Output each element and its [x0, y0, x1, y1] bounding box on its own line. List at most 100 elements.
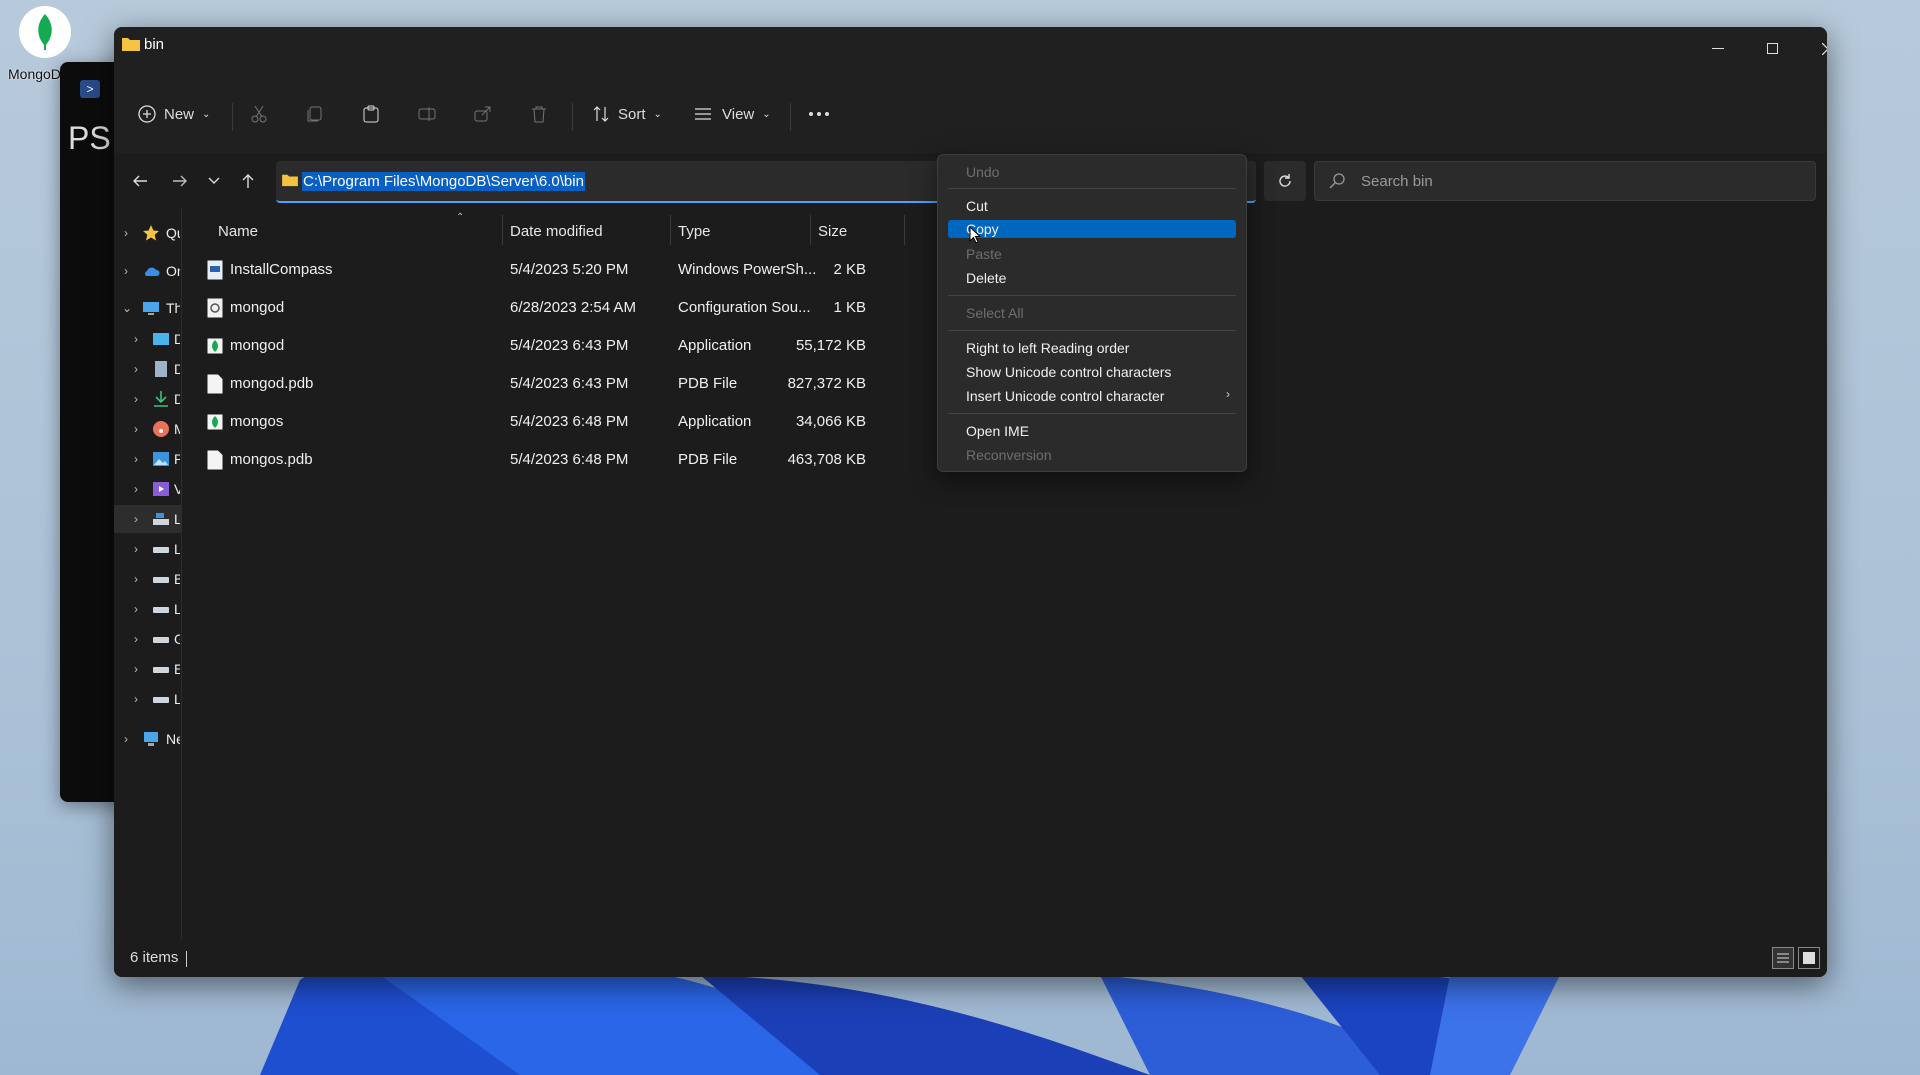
menu-item-delete[interactable]: Delete	[948, 267, 1236, 289]
file-size: 55,172 KB	[795, 337, 866, 354]
file-row[interactable]: InstallCompass 5/4/2023 5:20 PM Windows …	[186, 251, 866, 289]
sort-label: Sort	[618, 105, 646, 123]
mouse-cursor-icon	[969, 226, 981, 244]
delete-button[interactable]	[530, 98, 548, 130]
menu-item-reconversion[interactable]: Reconversion	[948, 444, 1236, 466]
chevron-down-icon: ⌄	[762, 108, 771, 120]
sidebar-item-drive[interactable]: › Local Disk	[114, 595, 181, 623]
sidebar-item-pictures[interactable]: › Pictures	[114, 445, 181, 473]
search-placeholder: Search bin	[1361, 173, 1433, 190]
menu-item-show-unicode[interactable]: Show Unicode control characters	[948, 361, 1236, 383]
paste-button[interactable]	[362, 98, 380, 130]
sidebar-item-onedrive[interactable]: › OneDrive	[114, 257, 181, 285]
menu-item-rtl-reading[interactable]: Right to left Reading order	[948, 337, 1236, 359]
arrow-left-icon	[133, 175, 147, 187]
sidebar-item-label: Pictures	[174, 451, 180, 467]
column-header-name[interactable]: Name	[218, 217, 258, 245]
sidebar-item-downloads[interactable]: › Downloads	[114, 385, 181, 413]
file-row[interactable]: mongos.pdb 5/4/2023 6:48 PM PDB File 463…	[186, 441, 866, 479]
forward-button[interactable]	[166, 167, 194, 195]
new-button[interactable]: New ⌄	[138, 98, 210, 130]
chevron-right-icon: ›	[134, 482, 138, 496]
address-path[interactable]: C:\Program Files\MongoDB\Server\6.0\bin	[302, 172, 585, 191]
mongodb-app-icon	[207, 338, 223, 354]
sidebar-item-label: Backup	[174, 571, 180, 587]
column-divider[interactable]	[904, 215, 905, 245]
view-button[interactable]: View ⌄	[694, 98, 771, 130]
chevron-right-icon: ›	[134, 662, 138, 676]
sort-ascending-icon: ⌃	[456, 212, 465, 223]
sidebar-item-desktop[interactable]: › Desktop	[114, 325, 181, 353]
column-header-size[interactable]: Size	[818, 217, 847, 245]
close-button[interactable]	[1801, 27, 1827, 71]
sidebar-item-music[interactable]: › Music	[114, 415, 181, 443]
drive-icon	[153, 697, 169, 703]
chevron-right-icon: ›	[134, 392, 138, 406]
file-row[interactable]: mongos 5/4/2023 6:48 PM Application 34,0…	[186, 403, 866, 441]
sidebar-item-label: Videos	[174, 481, 180, 497]
title-bar: bin	[114, 27, 1827, 71]
menu-item-open-ime[interactable]: Open IME	[948, 420, 1236, 442]
sort-button[interactable]: Sort ⌄	[592, 98, 662, 130]
column-header-date[interactable]: Date modified	[510, 217, 603, 245]
share-button[interactable]	[474, 98, 492, 130]
sidebar-item-drive[interactable]: › Local Disk	[114, 535, 181, 563]
column-header-type[interactable]: Type	[678, 217, 711, 245]
minimize-button[interactable]	[1691, 27, 1745, 71]
chevron-right-icon: ›	[134, 452, 138, 466]
maximize-button[interactable]	[1746, 27, 1800, 71]
sidebar-item-label: This PC	[166, 300, 180, 316]
refresh-icon	[1279, 174, 1291, 187]
star-icon	[143, 225, 159, 241]
sidebar-item-this-pc[interactable]: ⌄ This PC	[114, 294, 181, 322]
blank-file-icon	[207, 450, 223, 470]
file-row[interactable]: mongod 5/4/2023 6:43 PM Application 55,1…	[186, 327, 866, 365]
column-divider[interactable]	[810, 215, 811, 245]
menu-item-insert-unicode[interactable]: Insert Unicode control character ›	[948, 385, 1236, 407]
blank-file-icon	[207, 374, 223, 394]
sidebar-item-label: OneDrive	[166, 263, 180, 279]
sidebar-item-quick-access[interactable]: › Quick access	[114, 219, 181, 247]
menu-item-label: Paste	[966, 246, 1002, 262]
view-label: View	[722, 105, 755, 123]
view-list-icon	[695, 108, 711, 120]
search-box[interactable]: Search bin	[1314, 161, 1816, 201]
column-divider[interactable]	[502, 215, 503, 245]
sidebar-item-drive[interactable]: › Extra	[114, 655, 181, 683]
drive-icon	[153, 667, 169, 673]
copy-icon	[307, 106, 322, 122]
sidebar-item-drive[interactable]: › Local	[114, 685, 181, 713]
sidebar-item-documents[interactable]: › Documents	[114, 355, 181, 383]
pictures-icon	[153, 452, 169, 466]
thumbnail-view-button[interactable]	[1798, 947, 1820, 969]
share-icon	[474, 106, 491, 122]
sidebar-item-drive[interactable]: › Games	[114, 625, 181, 653]
more-options-button[interactable]	[808, 98, 830, 130]
computer-icon	[143, 302, 159, 315]
column-divider[interactable]	[670, 215, 671, 245]
plus-circle-icon	[138, 105, 156, 123]
sidebar-item-local-disk-c[interactable]: › Local Disk	[114, 505, 181, 533]
sidebar-item-network[interactable]: › Network	[114, 725, 181, 753]
sidebar-item-videos[interactable]: › Videos	[114, 475, 181, 503]
file-row[interactable]: mongod.pdb 5/4/2023 6:43 PM PDB File 827…	[186, 365, 866, 403]
menu-item-paste[interactable]: Paste	[948, 243, 1236, 265]
sidebar-item-drive[interactable]: › Backup	[114, 565, 181, 593]
item-count: 6 items	[130, 949, 179, 966]
menu-item-select-all[interactable]: Select All	[948, 302, 1236, 324]
menu-item-label: Cut	[966, 198, 988, 214]
up-button[interactable]	[234, 167, 262, 195]
menu-item-copy[interactable]: Copy	[948, 220, 1236, 238]
details-view-button[interactable]	[1772, 947, 1794, 969]
file-row[interactable]: mongod 6/28/2023 2:54 AM Configuration S…	[186, 289, 866, 327]
menu-item-cut[interactable]: Cut	[948, 195, 1236, 217]
menu-item-undo[interactable]: Undo	[948, 161, 1236, 183]
config-file-icon	[207, 298, 223, 318]
recent-locations-button[interactable]	[200, 167, 228, 195]
rename-button[interactable]	[418, 98, 436, 130]
copy-button[interactable]	[306, 98, 324, 130]
cut-button[interactable]	[250, 98, 268, 130]
arrow-right-icon	[173, 175, 187, 187]
back-button[interactable]	[126, 167, 154, 195]
refresh-button[interactable]	[1264, 161, 1306, 201]
